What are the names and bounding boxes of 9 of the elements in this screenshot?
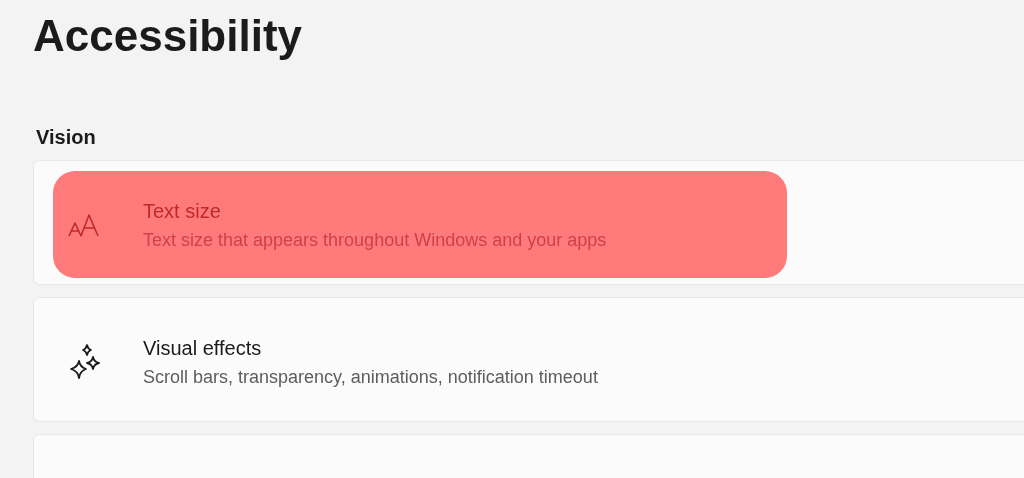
- section-heading: Vision: [36, 125, 97, 150]
- item-title: Visual effects: [143, 335, 263, 361]
- item-description: Text size that appears throughout Windows and your apps: [143, 228, 607, 252]
- text-size-icon: [67, 211, 101, 238]
- page-title: Accessibility: [33, 10, 304, 62]
- sparkle-icon: [67, 342, 101, 381]
- item-description: Scroll bars, transparency, animations, notification timeout: [143, 365, 598, 389]
- item-title: Text size: [143, 198, 222, 224]
- settings-item[interactable]: Visual effects Scroll bars, transparency, animations, notification timeout: [33, 297, 1024, 422]
